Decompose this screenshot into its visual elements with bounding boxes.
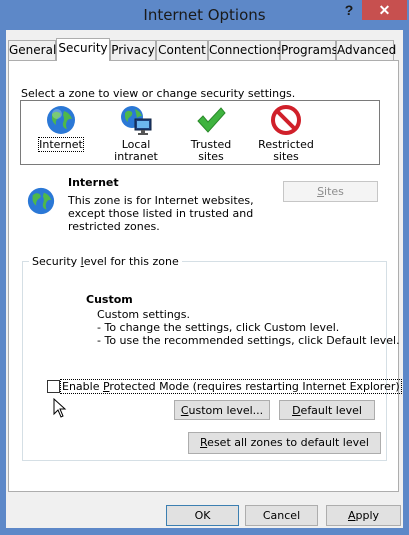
zone-info-globe-icon [27,187,55,215]
tab-connections[interactable]: Connections [208,40,283,60]
zone-internet[interactable]: Internet [27,104,95,152]
mouse-cursor-icon [53,398,67,418]
zone-info-desc-3: restricted zones. [68,220,160,233]
custom-level-button[interactable]: Custom level... [174,400,270,420]
protected-mode-label[interactable]: Enable Protected Mode (requires restarti… [60,379,402,394]
apply-button[interactable]: Apply [326,505,401,526]
zone-info-desc-2: except those listed in trusted and [68,207,254,220]
checkmark-icon [197,107,226,133]
zone-internet-label: Internet [38,137,84,152]
cancel-button[interactable]: Cancel [245,505,318,526]
internet-options-window: Internet Options ? ✕ General Security Pr… [0,0,409,535]
zone-local-intranet-label: Local intranet [114,138,158,163]
security-level-group [22,261,387,461]
help-button[interactable]: ? [340,2,358,20]
tab-general[interactable]: General [8,40,56,60]
zone-list: Internet Local intranet Trusted sites Re… [20,100,380,165]
ok-button[interactable]: OK [166,505,239,526]
intranet-icon [121,106,152,135]
zone-restricted-sites[interactable]: Restricted sites [251,104,321,163]
globe-icon [47,106,75,134]
zone-local-intranet[interactable]: Local intranet [99,104,173,163]
close-button[interactable]: ✕ [362,0,407,20]
protected-mode-checkbox[interactable] [47,380,60,393]
security-level-line-2: - To change the settings, click Custom l… [97,321,340,334]
zone-info-title: Internet [68,176,119,189]
security-level-line-3: - To use the recommended settings, click… [97,334,400,347]
tab-content[interactable]: Content [156,40,208,60]
title-bar[interactable]: Internet Options ? ✕ [0,0,409,30]
restricted-icon [271,105,301,135]
zone-trusted-sites-label: Trusted sites [190,138,232,163]
security-level-title: Custom [86,293,133,306]
zone-info-desc-1: This zone is for Internet websites, [68,194,254,207]
default-level-button[interactable]: Default level [279,400,375,420]
security-level-group-title: Security level for this zone [29,255,182,268]
tab-programs[interactable]: Programs [280,40,338,60]
tab-security[interactable]: Security [56,38,110,61]
tab-advanced[interactable]: Advanced [336,40,396,60]
select-zone-label: Select a zone to view or change security… [21,87,296,100]
tab-privacy[interactable]: Privacy [110,40,156,60]
security-level-line-1: Custom settings. [97,308,191,321]
reset-all-zones-button[interactable]: Reset all zones to default level [188,432,381,454]
zone-trusted-sites[interactable]: Trusted sites [177,104,245,163]
zone-restricted-sites-label-2: sites [273,150,299,163]
sites-button[interactable]: Sites [283,181,378,202]
